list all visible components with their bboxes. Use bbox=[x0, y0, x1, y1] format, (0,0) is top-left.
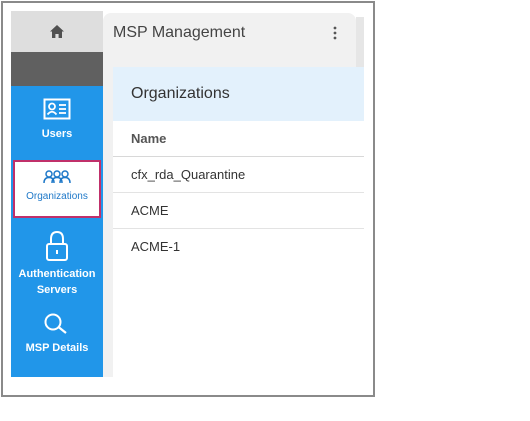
sidebar: Users Authentication Servers MSP Details… bbox=[11, 11, 103, 377]
sidebar-item-label: MSP Details bbox=[25, 342, 89, 354]
id-card-icon bbox=[43, 98, 71, 120]
table-row[interactable]: ACME-1 bbox=[113, 229, 364, 264]
sidebar-separator bbox=[11, 52, 103, 86]
sidebar-item-authentication-servers[interactable]: Authentication Servers bbox=[11, 230, 103, 302]
panel-title: MSP Management bbox=[113, 24, 246, 41]
sidebar-item-label: Users bbox=[41, 128, 73, 140]
app-frame: Users Authentication Servers MSP Details… bbox=[1, 1, 375, 397]
sidebar-nav: Users Authentication Servers MSP Details bbox=[11, 86, 103, 377]
magnifier-icon bbox=[42, 313, 72, 335]
sidebar-item-organizations[interactable]: Organizations bbox=[13, 160, 101, 218]
organizations-list: cfx_rda_Quarantine ACME ACME-1 bbox=[113, 157, 364, 264]
sidebar-item-label: Organizations bbox=[26, 191, 88, 202]
table-row[interactable]: cfx_rda_Quarantine bbox=[113, 157, 364, 193]
people-icon bbox=[43, 169, 71, 185]
sidebar-item-label: Authentication Servers bbox=[18, 268, 96, 296]
table-row[interactable]: ACME bbox=[113, 193, 364, 229]
home-icon bbox=[49, 24, 65, 39]
organizations-content: Organizations Name cfx_rda_Quarantine ACM… bbox=[113, 67, 364, 377]
column-header-name[interactable]: Name bbox=[113, 121, 364, 157]
panel-header: MSP Management bbox=[103, 13, 356, 53]
sidebar-item-users[interactable]: Users bbox=[11, 98, 103, 160]
home-button[interactable] bbox=[11, 11, 103, 52]
msp-management-panel: MSP Management Organizations Name cfx_rd… bbox=[103, 13, 364, 377]
more-options-icon[interactable] bbox=[332, 25, 338, 41]
lock-icon bbox=[44, 230, 70, 262]
sidebar-item-msp-details[interactable]: MSP Details bbox=[11, 313, 103, 365]
organizations-title: Organizations bbox=[113, 67, 364, 121]
